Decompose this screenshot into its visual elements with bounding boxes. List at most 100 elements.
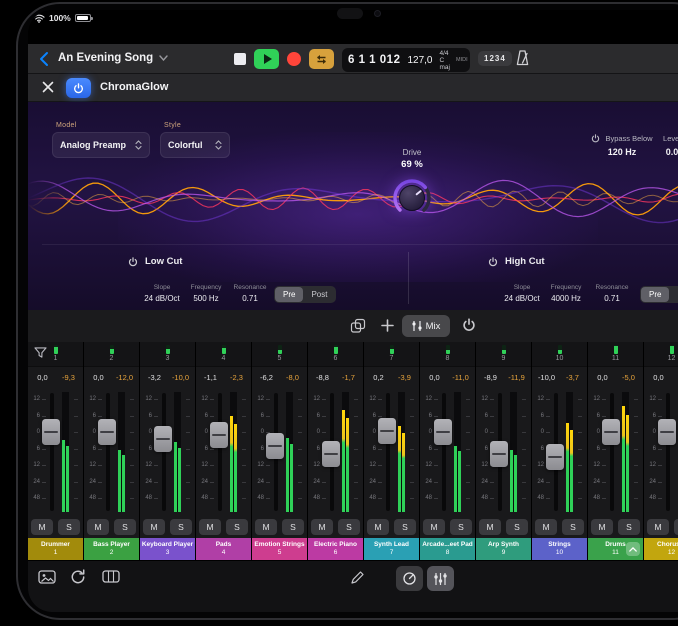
mute-button[interactable]: M <box>591 519 613 535</box>
mixer-power-button[interactable] <box>462 318 476 335</box>
solo-button[interactable]: S <box>282 519 304 535</box>
add-button[interactable] <box>380 318 395 336</box>
channel-name-label[interactable]: Drums11 <box>588 538 643 560</box>
solo-button[interactable]: S <box>58 519 80 535</box>
mute-button[interactable]: M <box>423 519 445 535</box>
record-button[interactable] <box>287 52 301 66</box>
channel-expand-button[interactable] <box>626 542 640 556</box>
highcut-post-button[interactable]: Post <box>669 287 678 302</box>
channel-number[interactable]: 7 <box>364 355 419 362</box>
meter-scale-tick <box>466 432 470 433</box>
channel-fader[interactable] <box>434 419 452 445</box>
channel-fader[interactable] <box>154 426 172 452</box>
channel-name-label[interactable]: Strings10 <box>532 538 587 560</box>
channel-name-label[interactable]: Pads4 <box>196 538 251 560</box>
channel-name-label[interactable]: Electric Piano6 <box>308 538 363 560</box>
controls-view-button[interactable] <box>396 566 423 591</box>
edit-button[interactable] <box>350 570 365 588</box>
loop-browser-button[interactable] <box>70 569 86 588</box>
highcut-frequency[interactable]: Frequency 4000 Hz <box>540 284 592 303</box>
solo-button[interactable]: S <box>450 519 472 535</box>
channel-fader[interactable] <box>602 419 620 445</box>
mute-button[interactable]: M <box>199 519 221 535</box>
channel-fader[interactable] <box>98 419 116 445</box>
mute-button[interactable]: M <box>479 519 501 535</box>
lowcut-post-button[interactable]: Post <box>303 287 335 302</box>
channel-number[interactable]: 11 <box>588 355 643 362</box>
channel-name-label[interactable]: Bass Player2 <box>84 538 139 560</box>
metronome-button[interactable] <box>514 49 531 70</box>
back-chevron-button[interactable] <box>38 51 50 67</box>
plugin-power-button[interactable] <box>66 78 91 98</box>
channel-fader[interactable] <box>322 441 340 467</box>
model-select[interactable]: Analog Preamp <box>52 132 150 158</box>
fader-scale-label: 48 <box>89 495 96 501</box>
lowcut-resonance[interactable]: Resonance 0.71 <box>224 284 276 303</box>
solo-button[interactable]: S <box>226 519 248 535</box>
lcd-display[interactable]: 6 1 1 012 127,0 4/4 C maj MIDI <box>342 48 470 72</box>
channel-number[interactable]: 8 <box>420 355 475 362</box>
mix-button[interactable]: Mix <box>402 315 450 337</box>
filter-button[interactable] <box>34 347 47 362</box>
mute-button[interactable]: M <box>535 519 557 535</box>
fader-scale-label: 12 <box>481 462 488 468</box>
style-select[interactable]: Colorful <box>160 132 230 158</box>
channel-name-label[interactable]: Keyboard Player3 <box>140 538 195 560</box>
cycle-button[interactable] <box>309 49 334 69</box>
channel-name-label[interactable]: Arcade...eet Pad8 <box>420 538 475 560</box>
lowcut-pre-button[interactable]: Pre <box>275 287 303 302</box>
solo-button[interactable]: S <box>114 519 136 535</box>
mixer-view-button[interactable] <box>427 566 454 591</box>
mute-button[interactable]: M <box>367 519 389 535</box>
channel-number[interactable]: 2 <box>84 355 139 362</box>
solo-button[interactable]: S <box>618 519 640 535</box>
channel-name-label[interactable]: Drummer1 <box>28 538 83 560</box>
solo-button[interactable]: S <box>506 519 528 535</box>
mute-button[interactable]: M <box>31 519 53 535</box>
count-in-button[interactable]: 1234 <box>478 51 512 66</box>
stop-button[interactable] <box>234 53 246 65</box>
channel-fader[interactable] <box>378 418 396 444</box>
solo-button[interactable]: S <box>394 519 416 535</box>
channel-fader[interactable] <box>490 441 508 467</box>
level-group[interactable]: Level 0.0 <box>650 134 678 157</box>
fader-scale-label: 6 <box>373 446 376 452</box>
channel-number[interactable]: 5 <box>252 355 307 362</box>
highcut-resonance[interactable]: Resonance 0.71 <box>586 284 638 303</box>
channel-fader[interactable] <box>42 419 60 445</box>
channel-fader[interactable] <box>266 433 284 459</box>
solo-button[interactable]: S <box>338 519 360 535</box>
channel-fader[interactable] <box>546 444 564 470</box>
song-title[interactable]: An Evening Song <box>58 52 168 64</box>
mute-button[interactable]: M <box>87 519 109 535</box>
lowcut-power-icon[interactable] <box>128 257 138 267</box>
channel-name-label[interactable]: Synth Lead7 <box>364 538 419 560</box>
play-button[interactable] <box>254 49 279 69</box>
channel-number[interactable]: 4 <box>196 355 251 362</box>
editors-button[interactable] <box>102 569 120 587</box>
channel-number[interactable]: 10 <box>532 355 587 362</box>
mute-button[interactable]: M <box>143 519 165 535</box>
channel-fader[interactable] <box>210 422 228 448</box>
mute-button[interactable]: M <box>311 519 333 535</box>
channel-number[interactable]: 9 <box>476 355 531 362</box>
mute-button[interactable]: M <box>647 519 669 535</box>
solo-button[interactable]: S <box>562 519 584 535</box>
channel-number[interactable]: 6 <box>308 355 363 362</box>
duplicate-button[interactable] <box>350 318 366 337</box>
close-button[interactable] <box>40 80 56 96</box>
channel-name-label[interactable]: Arp Synth9 <box>476 538 531 560</box>
highcut-pre-button[interactable]: Pre <box>641 287 669 302</box>
fader-scale-label: 24 <box>369 479 376 485</box>
solo-button[interactable]: S <box>674 519 678 535</box>
mute-button[interactable]: M <box>255 519 277 535</box>
channel-name-label[interactable]: Emotion Strings5 <box>252 538 307 560</box>
highcut-power-icon[interactable] <box>488 257 498 267</box>
channel-name-label[interactable]: Chorus V12 <box>644 538 678 560</box>
channel-number[interactable]: 3 <box>140 355 195 362</box>
solo-button[interactable]: S <box>170 519 192 535</box>
browser-button[interactable] <box>38 569 56 588</box>
channel-number[interactable]: 12 <box>644 355 678 362</box>
drive-knob[interactable] <box>388 174 436 222</box>
channel-fader[interactable] <box>658 419 676 445</box>
